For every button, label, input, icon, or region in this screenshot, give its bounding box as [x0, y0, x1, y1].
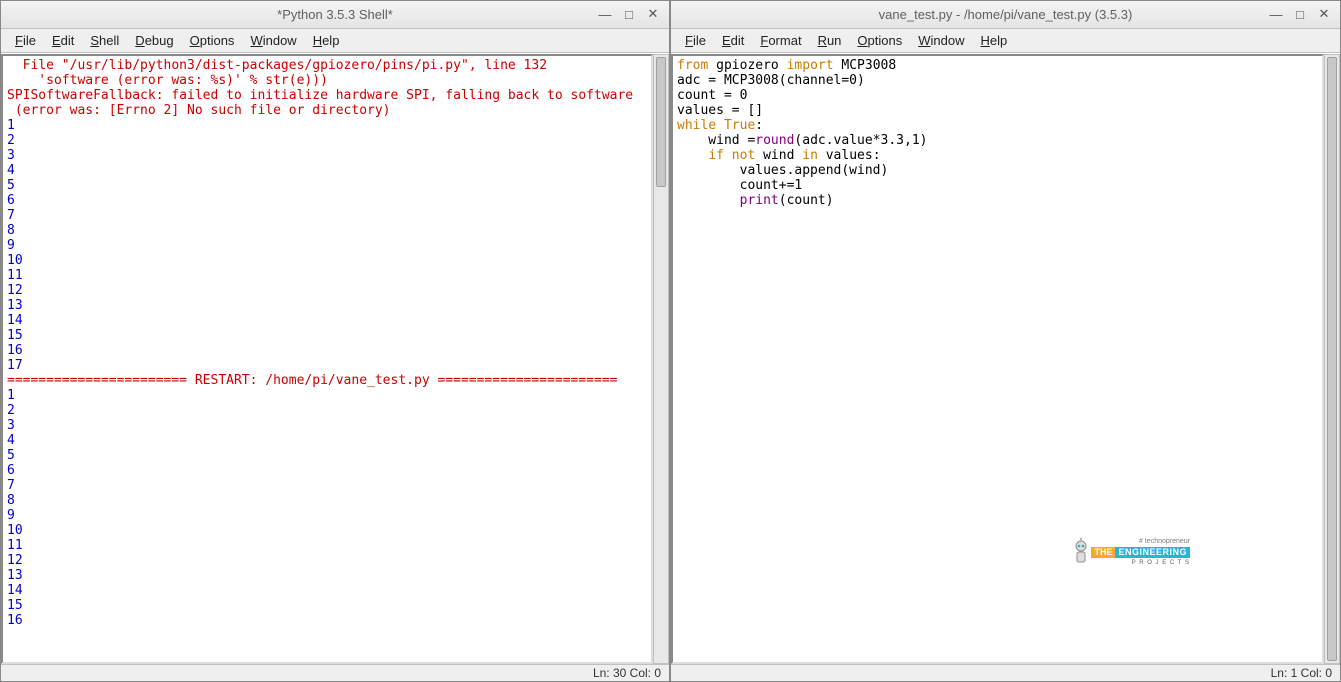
output-line: 3 [7, 418, 647, 433]
output-line: 8 [7, 493, 647, 508]
output-line: 16 [7, 343, 647, 358]
window-title: vane_test.py - /home/pi/vane_test.py (3.… [879, 7, 1133, 22]
output-line: 14 [7, 583, 647, 598]
output-line: 1 [7, 388, 647, 403]
maximize-button[interactable]: □ [1290, 5, 1310, 23]
menu-options[interactable]: Options [182, 31, 243, 50]
output-line: File "/usr/lib/python3/dist-packages/gpi… [7, 58, 647, 73]
shell-window: *Python 3.5.3 Shell* — □ ✕ FileEditShell… [0, 0, 670, 682]
code-line: values.append(wind) [677, 163, 1318, 178]
close-button[interactable]: ✕ [1314, 5, 1334, 23]
robot-icon [1071, 538, 1091, 568]
output-line: 6 [7, 193, 647, 208]
code-line: from gpiozero import MCP3008 [677, 58, 1318, 73]
titlebar[interactable]: *Python 3.5.3 Shell* — □ ✕ [1, 1, 669, 29]
menubar: FileEditShellDebugOptionsWindowHelp [1, 29, 669, 53]
output-line: (error was: [Errno 2] No such file or di… [7, 103, 647, 118]
maximize-button[interactable]: □ [619, 5, 639, 23]
output-line: 12 [7, 553, 647, 568]
code-line: values = [] [677, 103, 1318, 118]
menubar: FileEditFormatRunOptionsWindowHelp [671, 29, 1340, 53]
scrollbar[interactable] [1324, 54, 1340, 664]
output-line: 6 [7, 463, 647, 478]
menu-edit[interactable]: Edit [714, 31, 752, 50]
output-line: 9 [7, 238, 647, 253]
output-line: 'software (error was: %s)' % str(e))) [7, 73, 647, 88]
output-line: 10 [7, 253, 647, 268]
output-line: 7 [7, 478, 647, 493]
output-line: 14 [7, 313, 647, 328]
menu-shell[interactable]: Shell [82, 31, 127, 50]
titlebar[interactable]: vane_test.py - /home/pi/vane_test.py (3.… [671, 1, 1340, 29]
output-line: ======================= RESTART: /home/p… [7, 373, 647, 388]
output-line: 1 [7, 118, 647, 133]
minimize-button[interactable]: — [1266, 5, 1286, 23]
menu-run[interactable]: Run [810, 31, 850, 50]
output-line: 15 [7, 328, 647, 343]
menu-options[interactable]: Options [849, 31, 910, 50]
scroll-thumb[interactable] [656, 57, 666, 187]
code-editor[interactable]: from gpiozero import MCP3008adc = MCP300… [671, 54, 1324, 664]
output-line: 4 [7, 433, 647, 448]
scroll-thumb[interactable] [1327, 57, 1337, 661]
watermark-the: THE [1091, 547, 1115, 558]
menu-help[interactable]: Help [973, 31, 1016, 50]
code-line: while True: [677, 118, 1318, 133]
editor-window: vane_test.py - /home/pi/vane_test.py (3.… [670, 0, 1341, 682]
output-line: 12 [7, 283, 647, 298]
code-line: count = 0 [677, 88, 1318, 103]
code-line: adc = MCP3008(channel=0) [677, 73, 1318, 88]
output-line: 17 [7, 358, 647, 373]
scrollbar[interactable] [653, 54, 669, 664]
watermark-logo: # technopreneur THE ENGINEERING P R O J … [1071, 536, 1190, 569]
output-line: 15 [7, 598, 647, 613]
watermark-small: # technopreneur [1091, 536, 1190, 547]
output-line: 10 [7, 523, 647, 538]
statusbar: Ln: 1 Col: 0 [671, 664, 1340, 681]
menu-file[interactable]: File [677, 31, 714, 50]
menu-debug[interactable]: Debug [127, 31, 181, 50]
output-line: 4 [7, 163, 647, 178]
output-line: 11 [7, 538, 647, 553]
editor-wrap: File "/usr/lib/python3/dist-packages/gpi… [1, 53, 669, 664]
menu-format[interactable]: Format [752, 31, 809, 50]
output-line: 7 [7, 208, 647, 223]
window-controls: — □ ✕ [1266, 5, 1334, 23]
output-line: 5 [7, 178, 647, 193]
minimize-button[interactable]: — [595, 5, 615, 23]
output-line: 13 [7, 298, 647, 313]
watermark-proj: P R O J E C T S [1091, 558, 1190, 569]
window-title: *Python 3.5.3 Shell* [277, 7, 393, 22]
statusbar: Ln: 30 Col: 0 [1, 664, 669, 681]
menu-edit[interactable]: Edit [44, 31, 82, 50]
output-line: SPISoftwareFallback: failed to initializ… [7, 88, 647, 103]
cursor-position: Ln: 1 Col: 0 [1271, 666, 1332, 680]
output-line: 13 [7, 568, 647, 583]
output-line: 2 [7, 403, 647, 418]
editor-wrap: from gpiozero import MCP3008adc = MCP300… [671, 53, 1340, 664]
code-line: if not wind in values: [677, 148, 1318, 163]
output-line: 9 [7, 508, 647, 523]
shell-output[interactable]: File "/usr/lib/python3/dist-packages/gpi… [1, 54, 653, 664]
menu-window[interactable]: Window [242, 31, 304, 50]
menu-file[interactable]: File [7, 31, 44, 50]
code-line: print(count) [677, 193, 1318, 208]
output-line: 5 [7, 448, 647, 463]
watermark-eng: ENGINEERING [1115, 547, 1190, 558]
close-button[interactable]: ✕ [643, 5, 663, 23]
output-line: 8 [7, 223, 647, 238]
code-line: count+=1 [677, 178, 1318, 193]
output-line: 3 [7, 148, 647, 163]
menu-window[interactable]: Window [910, 31, 972, 50]
output-line: 2 [7, 133, 647, 148]
code-line: wind =round(adc.value*3.3,1) [677, 133, 1318, 148]
window-controls: — □ ✕ [595, 5, 663, 23]
cursor-position: Ln: 30 Col: 0 [593, 666, 661, 680]
output-line: 11 [7, 268, 647, 283]
menu-help[interactable]: Help [305, 31, 348, 50]
output-line: 16 [7, 613, 647, 628]
